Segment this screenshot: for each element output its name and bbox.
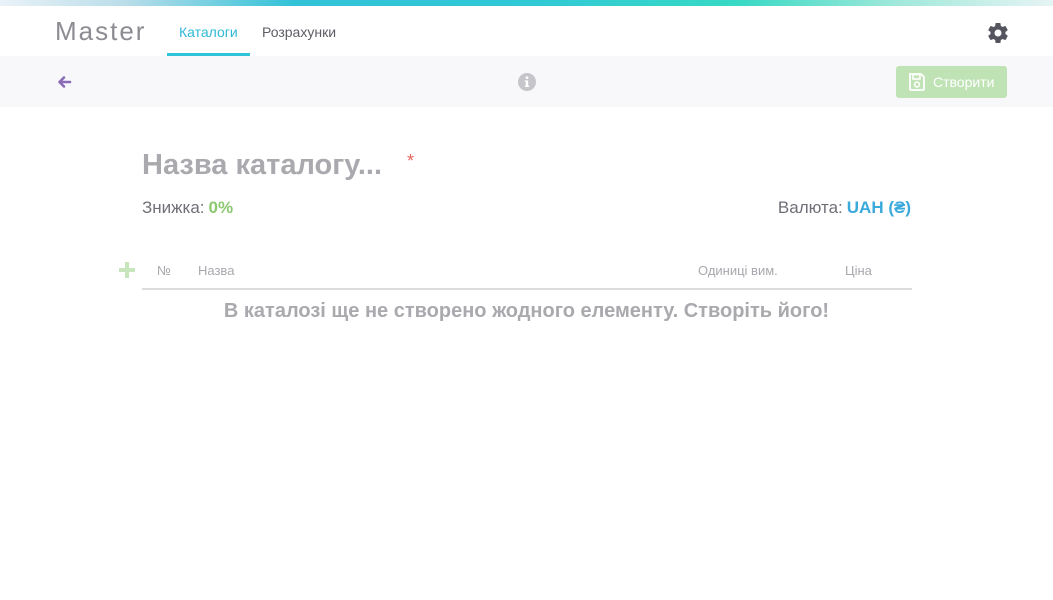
- currency-value[interactable]: UAH (₴): [847, 198, 911, 217]
- empty-catalog-message: В каталозі ще не створено жодного елемен…: [223, 300, 830, 322]
- tab-catalogs[interactable]: Каталоги: [167, 6, 250, 56]
- required-mark: *: [407, 151, 415, 171]
- discount-field[interactable]: Знижка: 0%: [142, 198, 233, 218]
- column-header-name: Назва: [198, 263, 235, 278]
- back-arrow-icon[interactable]: [56, 74, 72, 90]
- currency-label: Валюта:: [777, 198, 843, 217]
- brand-logo[interactable]: Master: [55, 16, 146, 47]
- currency-field[interactable]: Валюта: UAH (₴): [778, 198, 911, 218]
- column-header-units: Одиниці вим.: [698, 263, 778, 278]
- create-button[interactable]: Створити: [896, 66, 1007, 98]
- toolbar: Створити: [0, 56, 1053, 107]
- save-icon: [909, 73, 925, 91]
- gear-icon[interactable]: [986, 21, 1010, 45]
- plus-icon[interactable]: [118, 261, 136, 279]
- tab-calculations[interactable]: Розрахунки: [250, 6, 348, 56]
- table-header-divider: [142, 288, 912, 290]
- navbar: Master Каталоги Розрахунки: [0, 6, 1053, 56]
- discount-label: Знижка:: [142, 198, 205, 217]
- column-header-price: Ціна: [845, 263, 872, 278]
- create-button-label: Створити: [933, 74, 995, 90]
- info-icon[interactable]: [517, 72, 537, 92]
- discount-value[interactable]: 0%: [209, 198, 234, 217]
- column-header-number: №: [157, 263, 171, 278]
- catalog-title-input[interactable]: Назва каталогу...: [142, 149, 382, 182]
